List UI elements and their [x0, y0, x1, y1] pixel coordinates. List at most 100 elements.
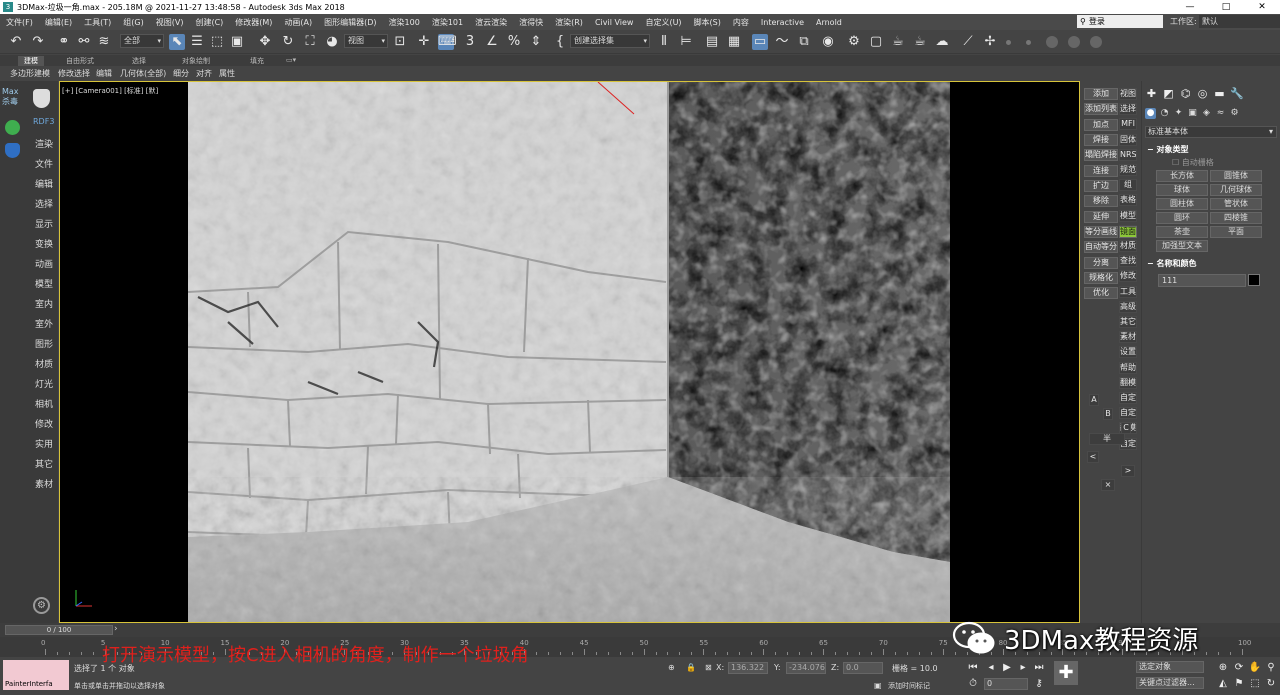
- field-of-view-icon[interactable]: ◭: [1216, 677, 1230, 690]
- orbit-icon[interactable]: ⟳: [1232, 661, 1246, 674]
- tab-selection[interactable]: 选择: [132, 56, 146, 66]
- material-editor-icon[interactable]: ◉: [820, 34, 836, 50]
- go-to-start-icon[interactable]: ⏮: [966, 661, 980, 674]
- textplus-button[interactable]: 加强型文本: [1156, 240, 1208, 252]
- plane-button[interactable]: 平面: [1210, 226, 1262, 238]
- torus-button[interactable]: 圆环: [1156, 212, 1208, 224]
- select-manipulate-icon[interactable]: ✛: [416, 34, 432, 50]
- edit-named-selection-icon[interactable]: {: [552, 34, 568, 50]
- systems-icon[interactable]: ⚙: [1229, 108, 1240, 119]
- absolute-mode-icon[interactable]: ⊠: [705, 663, 712, 672]
- sidebar-other[interactable]: 其它: [35, 457, 53, 470]
- utilities-tab-icon[interactable]: 🔧: [1230, 87, 1244, 100]
- menu-arnold[interactable]: Arnold: [810, 18, 848, 27]
- ribbon-edit[interactable]: 编辑: [96, 68, 112, 79]
- object-type-rollout[interactable]: − 对象类型: [1147, 144, 1189, 155]
- cone-button[interactable]: 圆锥体: [1210, 170, 1262, 182]
- curve-editor-icon[interactable]: 〜: [774, 34, 790, 50]
- cameras-icon[interactable]: ▣: [1187, 108, 1198, 119]
- time-tag-icon[interactable]: ▣: [874, 681, 882, 690]
- create-tab-icon[interactable]: ✚: [1145, 87, 1158, 100]
- snaps-toggle-icon[interactable]: 3: [462, 34, 478, 50]
- geometry-category-dropdown[interactable]: 标准基本体: [1145, 126, 1277, 138]
- tool-button-col2[interactable]: 自定: [1119, 407, 1137, 420]
- isolate-selection-icon[interactable]: ⊕: [668, 663, 675, 672]
- tool-button-col2[interactable]: 修改: [1119, 270, 1137, 283]
- small-tool-button[interactable]: A: [1089, 394, 1099, 406]
- pan-icon[interactable]: ✋: [1248, 661, 1262, 674]
- key-mode-dropdown[interactable]: 选定对象: [1136, 661, 1204, 673]
- sidebar-render[interactable]: 渲染: [35, 137, 53, 150]
- menu-animation[interactable]: 动画(A): [278, 17, 318, 28]
- max-antivirus-logo[interactable]: Max 杀毒: [2, 87, 24, 107]
- box-button[interactable]: 长方体: [1156, 170, 1208, 182]
- autogrid-checkbox[interactable]: ☐ 自动栅格: [1172, 157, 1214, 168]
- menu-render101[interactable]: 渲染101: [426, 17, 469, 28]
- ribbon-toggle-icon[interactable]: ▭: [752, 34, 768, 50]
- shield-badge-icon[interactable]: [5, 143, 20, 158]
- tab-object-paint[interactable]: 对象绘制: [182, 56, 210, 66]
- helpers-icon[interactable]: ◈: [1201, 108, 1212, 119]
- sidebar-transform[interactable]: 变换: [35, 237, 53, 250]
- small-tool-button[interactable]: >: [1121, 465, 1135, 477]
- sphere-button[interactable]: 球体: [1156, 184, 1208, 196]
- tool-button-col2[interactable]: 查找: [1119, 255, 1137, 268]
- menu-content[interactable]: 内容: [727, 17, 755, 28]
- menu-interactive[interactable]: Interactive: [755, 18, 810, 27]
- add-time-tag-button[interactable]: 添加时间标记: [888, 681, 930, 691]
- tool-button-col1[interactable]: 扩边: [1084, 180, 1118, 192]
- sidebar-select[interactable]: 选择: [35, 197, 53, 210]
- lights-icon[interactable]: ✦: [1173, 108, 1184, 119]
- menu-edit[interactable]: 编辑(E): [39, 17, 78, 28]
- sidebar-cameras[interactable]: 相机: [35, 397, 53, 410]
- x-coordinate-field[interactable]: 136.322: [728, 662, 768, 674]
- sidebar-shapes[interactable]: 图形: [35, 337, 53, 350]
- snap-tool-icon[interactable]: ✢: [982, 34, 998, 50]
- redo-icon[interactable]: ↷: [30, 34, 46, 50]
- spinner-snap-icon[interactable]: ⇕: [528, 34, 544, 50]
- highlighted-tool-button[interactable]: 镜面: [1119, 226, 1137, 238]
- tool-button-col1[interactable]: 优化: [1084, 287, 1118, 299]
- pivot-center-icon[interactable]: ⊡: [392, 34, 408, 50]
- render-production-icon[interactable]: ☕: [890, 34, 906, 50]
- sidebar-model[interactable]: 模型: [35, 277, 53, 290]
- modify-tab-icon[interactable]: ◩: [1162, 87, 1175, 100]
- ribbon-align[interactable]: 对齐: [196, 68, 212, 79]
- select-object-icon[interactable]: ⬉: [169, 34, 185, 50]
- z-coordinate-field[interactable]: 0.0: [843, 662, 883, 674]
- login-button[interactable]: ⚲ 登录: [1077, 15, 1163, 28]
- motion-tab-icon[interactable]: ◎: [1196, 87, 1209, 100]
- tool-button-col2[interactable]: 帮助: [1119, 361, 1137, 374]
- sidebar-animation[interactable]: 动画: [35, 257, 53, 270]
- close-button[interactable]: ✕: [1244, 0, 1280, 14]
- tool-button-col1[interactable]: 等分画线: [1084, 226, 1118, 238]
- maximize-button[interactable]: □: [1208, 0, 1244, 14]
- tool-button-col2[interactable]: 模型: [1119, 209, 1137, 222]
- tool-button-col2[interactable]: NRS: [1119, 148, 1137, 161]
- y-coordinate-field[interactable]: -234.076: [786, 662, 826, 674]
- ribbon-modify-selection[interactable]: 修改选择: [58, 68, 90, 79]
- window-crossing-icon[interactable]: ▣: [229, 34, 245, 50]
- tool-button-col2[interactable]: 翻模: [1119, 376, 1137, 389]
- shield-icon[interactable]: [33, 89, 50, 108]
- viewport-render-image[interactable]: [188, 82, 950, 622]
- display-tab-icon[interactable]: ▬: [1213, 87, 1226, 100]
- bind-space-warp-icon[interactable]: ≋: [96, 34, 112, 50]
- render-iterative-icon[interactable]: ☕: [912, 34, 928, 50]
- menu-views[interactable]: 视图(V): [150, 17, 190, 28]
- ribbon-properties[interactable]: 属性: [219, 68, 235, 79]
- small-tool-button[interactable]: B: [1103, 408, 1113, 420]
- reference-coordinate-dropdown[interactable]: 视图: [344, 34, 388, 48]
- sidebar-display[interactable]: 显示: [35, 217, 53, 230]
- key-filters-button[interactable]: 关键点过滤器...: [1136, 677, 1204, 689]
- tool-button-col1[interactable]: 添加: [1084, 88, 1118, 100]
- tool-button-col2[interactable]: 素材: [1119, 331, 1137, 344]
- ribbon-poly-modeling[interactable]: 多边形建模: [10, 68, 50, 79]
- scene-explorer-icon[interactable]: ▤: [704, 34, 720, 50]
- tool-button-col1[interactable]: 延伸: [1084, 211, 1118, 223]
- settings-gear-icon[interactable]: ⚙: [33, 597, 50, 614]
- menu-group[interactable]: 组(G): [117, 17, 149, 28]
- viewport-label[interactable]: [+] [Camera001] [标准] [默]: [62, 86, 158, 96]
- menu-civil-view[interactable]: Civil View: [589, 18, 640, 27]
- percent-snap-icon[interactable]: %: [506, 34, 522, 50]
